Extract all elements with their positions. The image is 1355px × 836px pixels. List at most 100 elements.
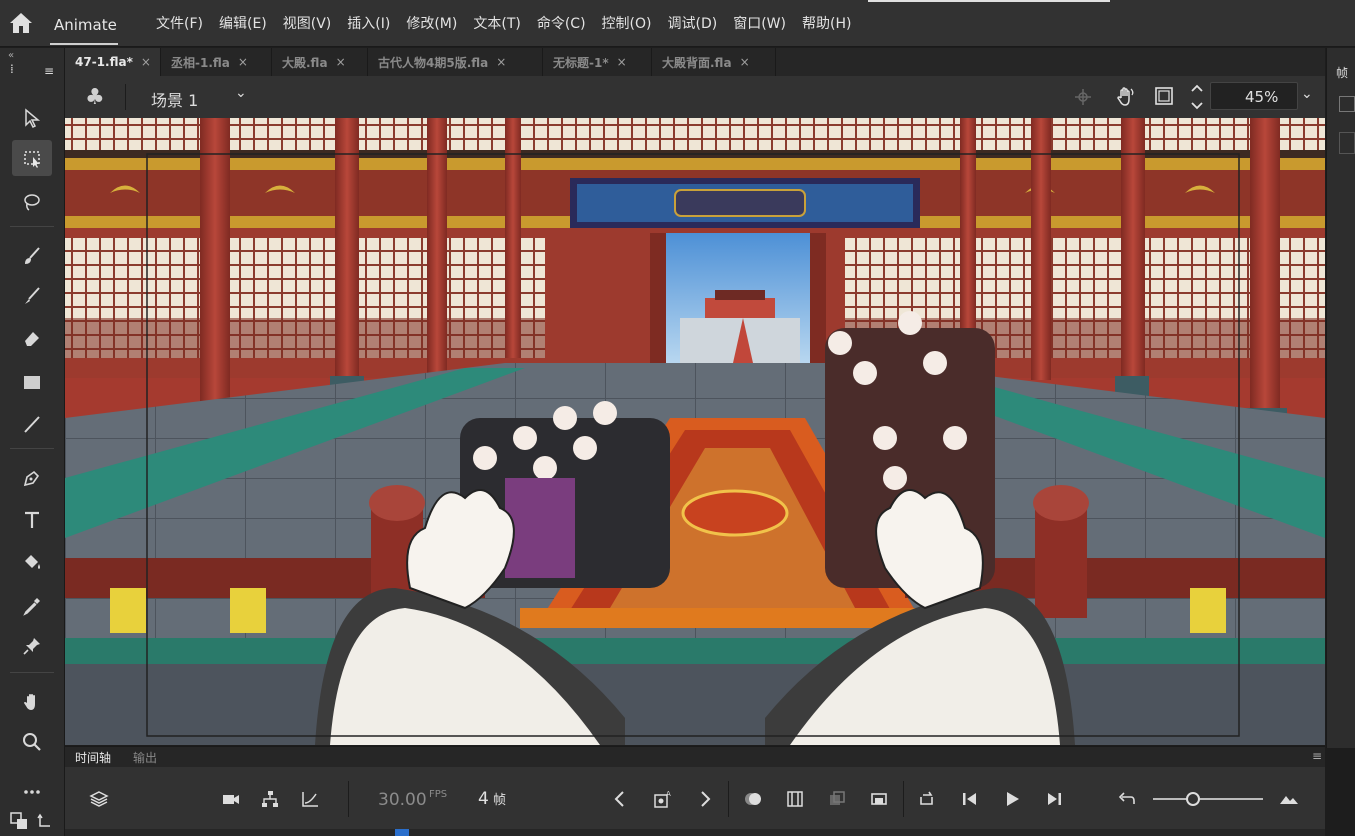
swap-colors-icon[interactable] (36, 812, 54, 834)
loop-playback-icon[interactable] (915, 787, 939, 811)
insert-keyframe-icon[interactable]: A (651, 787, 675, 811)
tab-label: 大殿背面.fla (662, 55, 732, 70)
tab-dadian-beimian[interactable]: 大殿背面.fla × (652, 48, 776, 76)
chevron-right-icon[interactable] (693, 787, 717, 811)
layer-parenting-icon[interactable] (258, 787, 282, 811)
tab-chengxiang[interactable]: 丞相-1.fla × (161, 48, 272, 76)
panel-menu-icon[interactable]: ≡ (44, 64, 54, 78)
divider (125, 84, 126, 110)
text-tool-icon[interactable] (12, 502, 52, 538)
menu-view[interactable]: 视图(V) (275, 13, 340, 33)
rectangle-tool-icon[interactable] (12, 364, 52, 400)
slider-thumb[interactable] (1186, 792, 1200, 806)
tab-label: 大殿.fla (282, 55, 328, 70)
tab-timeline[interactable]: 时间轴 (75, 749, 111, 766)
onion-outline-icon[interactable] (783, 787, 807, 811)
step-forward-icon[interactable] (1042, 787, 1066, 811)
stage-canvas[interactable] (65, 118, 1325, 745)
close-icon[interactable]: × (496, 55, 506, 69)
tab-untitled[interactable]: 无标题-1* × (543, 48, 652, 76)
play-icon[interactable] (1000, 787, 1024, 811)
document-tabs: 47-1.fla* × 丞相-1.fla × 大殿.fla × 古代人物4期5版.fl… (65, 48, 1325, 76)
property-field[interactable] (1339, 132, 1355, 154)
camera-icon[interactable] (219, 787, 243, 811)
tab-47-1[interactable]: 47-1.fla* × (65, 48, 161, 76)
eraser-tool-icon[interactable] (12, 320, 52, 356)
lasso-tool-icon[interactable] (12, 184, 52, 220)
menu-modify[interactable]: 修改(M) (398, 13, 465, 33)
menu-help[interactable]: 帮助(H) (794, 13, 859, 33)
menu-text[interactable]: 文本(T) (465, 13, 528, 33)
panel-title: 帧 (1336, 66, 1349, 80)
loop-icon[interactable] (867, 787, 891, 811)
more-tools-icon[interactable] (12, 774, 52, 810)
checkbox[interactable] (1339, 96, 1355, 112)
paint-bucket-tool-icon[interactable] (12, 544, 52, 580)
eyedropper-tool-icon[interactable] (12, 588, 52, 624)
brush-tool-icon[interactable] (12, 278, 52, 314)
chevron-down-icon[interactable]: ⌄ (235, 85, 247, 101)
timeline-toolbar: 30.00 FPS 4 帧 A (65, 767, 1325, 829)
tab-label: 无标题-1* (553, 55, 609, 70)
line-tool-icon[interactable] (12, 406, 52, 442)
panel-menu-icon[interactable]: ≡ (1312, 749, 1322, 763)
undo-icon[interactable] (1115, 787, 1139, 811)
onion-skin-icon[interactable] (741, 787, 765, 811)
hand-tool-icon[interactable] (12, 684, 52, 720)
close-icon[interactable]: × (617, 55, 627, 69)
tab-dadian[interactable]: 大殿.fla × (272, 48, 368, 76)
tab-output[interactable]: 输出 (133, 749, 157, 766)
graph-icon[interactable] (298, 787, 322, 811)
timeline-frames[interactable] (65, 829, 1325, 836)
main-menu: 文件(F) 编辑(E) 视图(V) 插入(I) 修改(M) 文本(T) 命令(C… (148, 0, 859, 46)
home-icon[interactable] (8, 11, 34, 35)
selection-tool-icon[interactable] (12, 100, 52, 136)
menu-control[interactable]: 控制(O) (594, 13, 660, 33)
mountains-icon[interactable] (1277, 787, 1301, 811)
app-name-underline (50, 43, 118, 45)
collapse-icon[interactable]: « (8, 50, 14, 61)
clip-stage-icon[interactable] (1153, 85, 1175, 111)
svg-text:A: A (666, 790, 671, 798)
menu-insert[interactable]: 插入(I) (339, 13, 398, 33)
stroke-fill-swatch-icon[interactable] (10, 812, 28, 834)
step-back-icon[interactable] (958, 787, 982, 811)
frame-value[interactable]: 4 (478, 789, 489, 809)
fps-value[interactable]: 30.00 (378, 790, 427, 810)
zoom-value[interactable]: 45% (1245, 88, 1278, 106)
layers-icon[interactable] (87, 787, 111, 811)
close-icon[interactable]: × (141, 55, 151, 69)
hand-rotate-icon[interactable] (1113, 85, 1137, 113)
free-transform-tool-icon[interactable] (12, 140, 52, 176)
zoom-tool-icon[interactable] (12, 724, 52, 760)
fps-unit: FPS (429, 789, 448, 800)
tab-label: 古代人物4期5版.fla (378, 55, 489, 70)
properties-panel (1326, 48, 1355, 748)
edit-multiple-frames-icon[interactable] (825, 787, 849, 811)
close-icon[interactable]: × (740, 55, 750, 69)
chevron-left-icon[interactable] (608, 787, 632, 811)
playhead[interactable] (395, 829, 409, 836)
tab-label: 47-1.fla* (75, 55, 133, 69)
scene-name[interactable]: 场景 1 (151, 87, 198, 111)
menu-debug[interactable]: 调试(D) (660, 13, 726, 33)
snap-icon[interactable] (1073, 87, 1093, 111)
edit-symbols-icon[interactable]: ♣ (85, 85, 105, 110)
tab-gudai-renwu[interactable]: 古代人物4期5版.fla × (368, 48, 543, 76)
paint-brush-tool-icon[interactable] (12, 238, 52, 274)
pin-tool-icon[interactable] (12, 628, 52, 664)
menu-commands[interactable]: 命令(C) (529, 13, 594, 33)
pen-tool-icon[interactable] (12, 460, 52, 496)
close-icon[interactable]: × (238, 55, 248, 69)
frame-unit: 帧 (493, 793, 507, 808)
menu-edit[interactable]: 编辑(E) (211, 13, 275, 33)
chevron-down-icon[interactable]: ⌄ (1301, 86, 1313, 102)
close-icon[interactable]: × (336, 55, 346, 69)
menu-file[interactable]: 文件(F) (148, 13, 211, 33)
tools-panel: « ⁞ ≡ (0, 48, 65, 836)
menu-window[interactable]: 窗口(W) (725, 13, 794, 33)
timeline-zoom-slider[interactable] (1153, 798, 1263, 800)
title-strip (868, 0, 1110, 2)
fit-stage-icon[interactable] (1189, 82, 1205, 116)
panel-grip-icon[interactable]: ⁞ (10, 62, 14, 76)
